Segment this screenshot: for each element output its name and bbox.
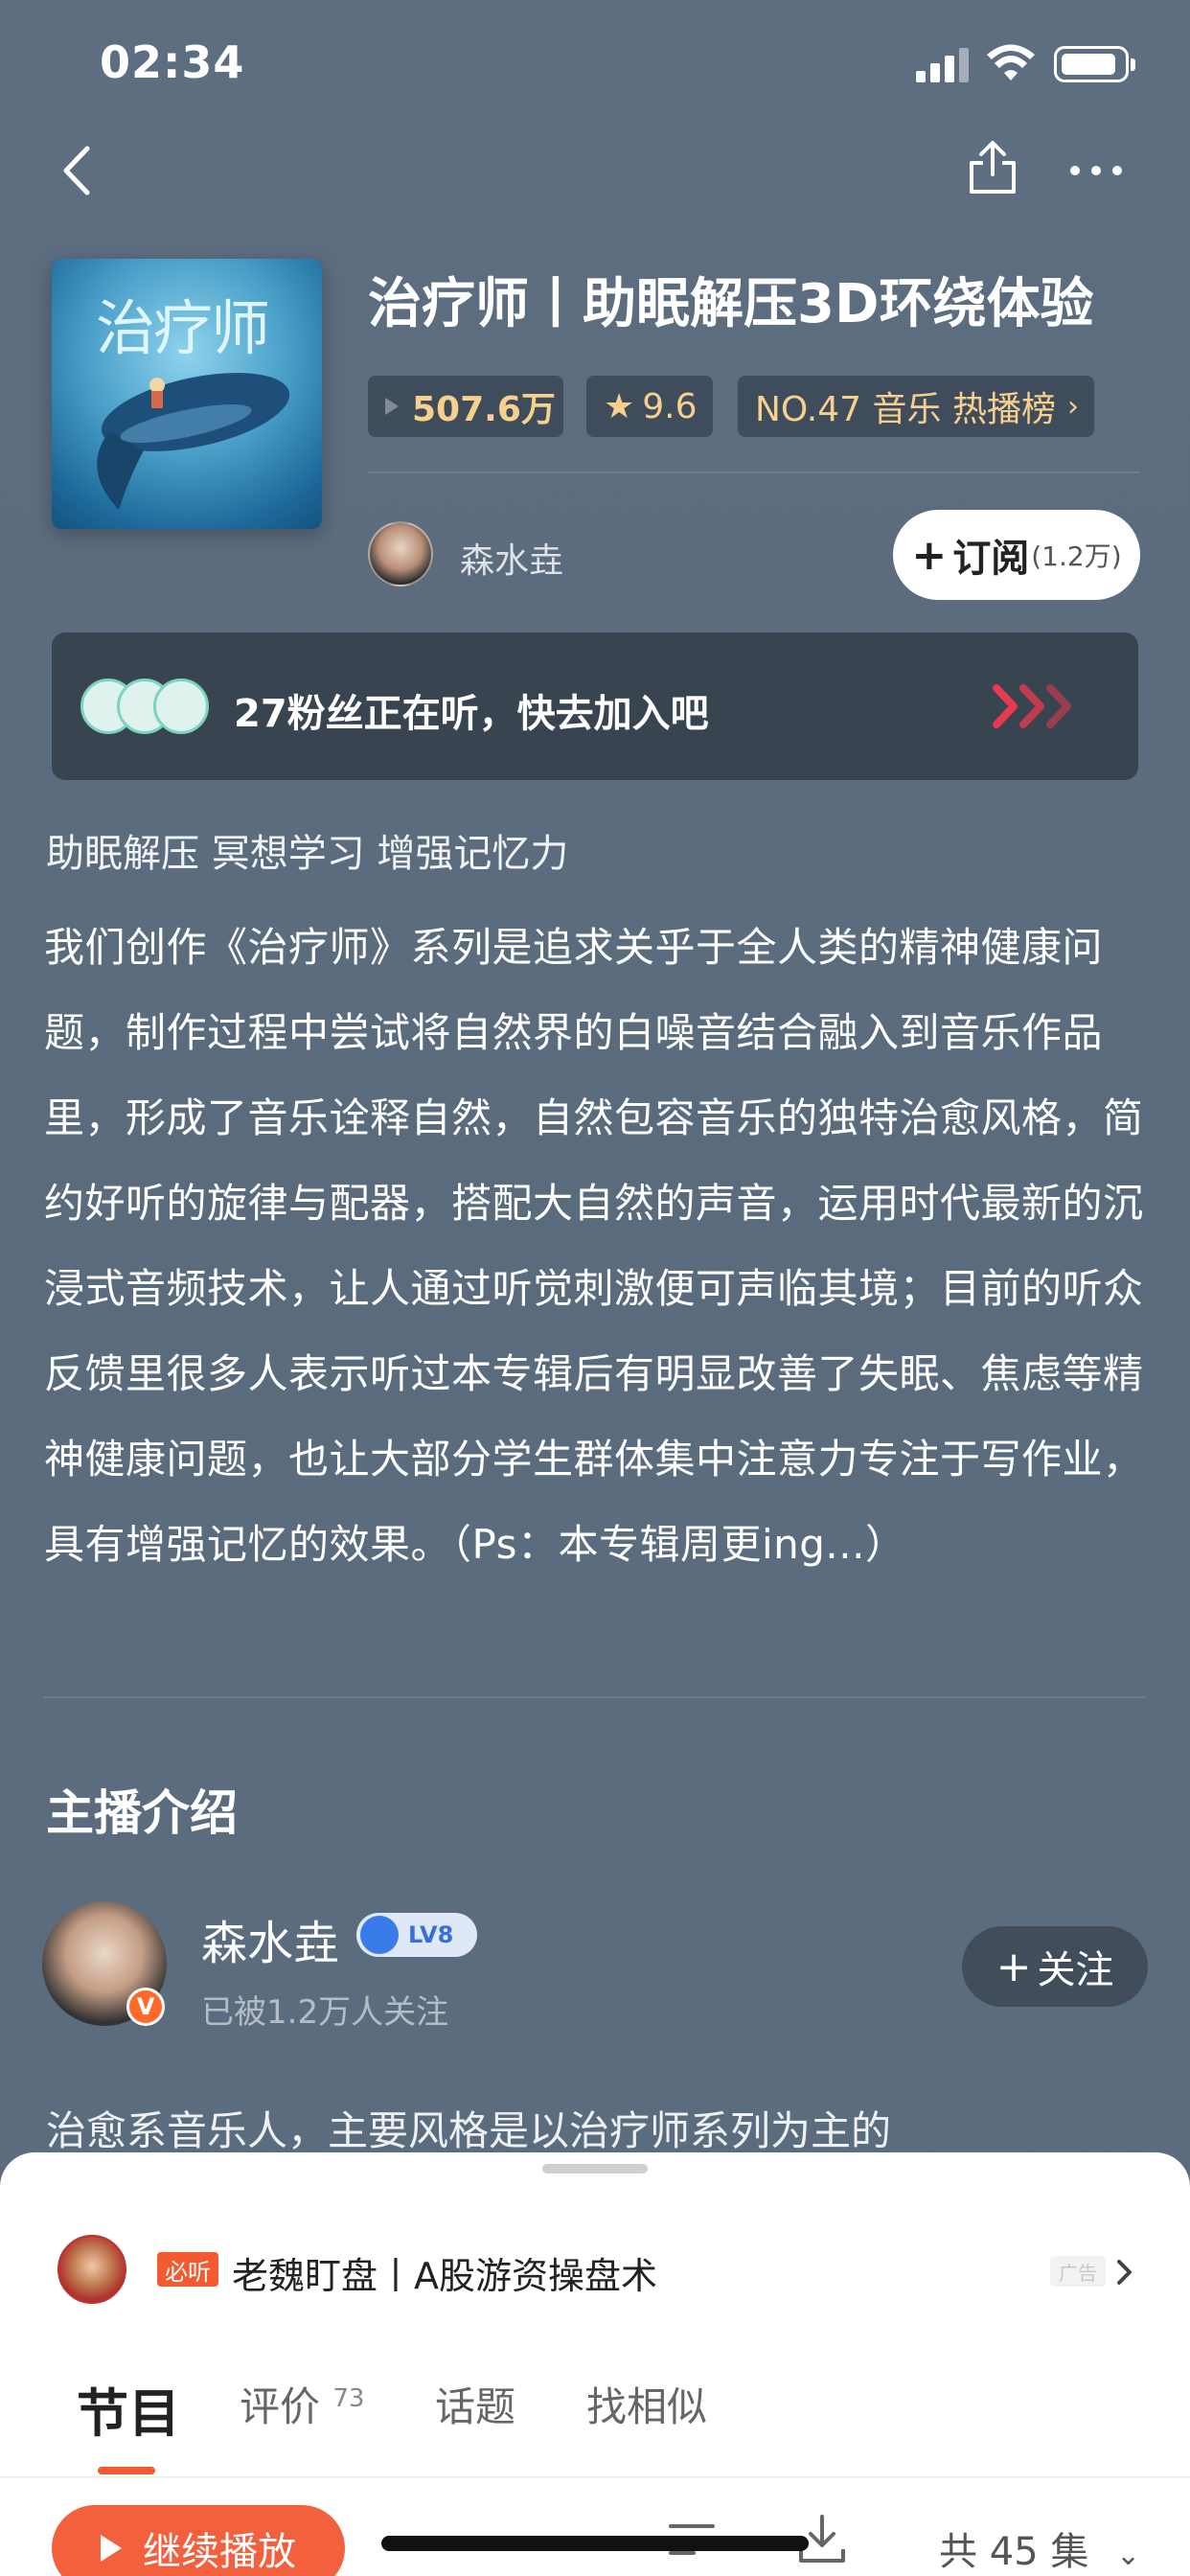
subscribe-label: 订阅 [952,537,1030,581]
status-time: 02:34 [100,36,245,88]
triple-chevron-icon [993,684,1071,728]
album-title: 治疗师丨助眠解压3D环绕体验 [368,273,1094,335]
tab-programs[interactable]: 节目 [77,2371,180,2447]
level-badge: LV8 [356,1913,477,1957]
level-text: LV8 [408,1921,454,1948]
chevron-right-icon: › [1066,389,1079,424]
rating-badge: ★ 9.6 [586,376,713,437]
plus-icon: + [995,1942,1032,1991]
battery-icon [1054,46,1135,82]
divider [0,2476,1190,2478]
album-description[interactable]: 我们创作《治疗师》系列是追求关乎于全人类的精神健康问题，制作过程中尝试将自然界的… [44,905,1152,1658]
level-icon [360,1916,399,1954]
ad-avatar[interactable] [57,2235,126,2304]
host-bio: 治愈系音乐人，主要风格是以治疗师系列为主的 [46,2107,892,2154]
follow-button[interactable]: + 关注 [962,1926,1148,2007]
fans-text: 27粉丝正在听，快去加入吧 [234,692,709,736]
more-button[interactable] [1058,132,1134,209]
plus-icon: + [911,530,948,580]
tab-topics[interactable]: 话题 [435,2375,515,2433]
tab-similar[interactable]: 找相似 [586,2375,707,2433]
back-button[interactable] [38,132,115,209]
play-count-badge: 507.6万 [368,376,563,437]
episode-count-label: 共 45 集 [939,2530,1089,2574]
chevron-right-icon[interactable] [1115,2258,1134,2287]
star-icon: ★ [604,386,635,426]
play-count: 507.6万 [412,390,556,429]
tab-reviews-label: 评价 [240,2383,321,2430]
divider [44,1696,1146,1698]
subscribe-count: (1.2万) [1031,540,1122,572]
divider [368,472,1140,473]
sheet-drag-handle[interactable] [542,2164,648,2174]
fan-avatar [153,678,209,734]
host-followers: 已被1.2万人关注 [201,1993,449,2032]
continue-play-label: 继续播放 [143,2530,296,2574]
rating-value: 9.6 [642,386,698,426]
album-cover[interactable]: 治疗师 [52,259,322,529]
ad-label: 广告 [1050,2256,1106,2287]
ad-title[interactable]: 老魏盯盘丨A股游资操盘术 [232,2246,657,2299]
author-name[interactable]: 森水垚 [460,533,563,583]
home-indicator [381,2536,809,2551]
share-icon [970,141,1016,194]
fans-listening-banner[interactable]: 27粉丝正在听，快去加入吧 [52,632,1138,780]
more-dots-icon [1070,166,1122,175]
active-tab-indicator [98,2467,155,2474]
must-listen-badge: 必听 [157,2252,218,2287]
episode-count[interactable]: 共 45 集 ⌄ [939,2520,1140,2576]
play-triangle-icon [385,398,399,415]
chevron-down-icon: ⌄ [1116,2539,1141,2572]
subscribe-button[interactable]: + 订阅 (1.2万) [893,510,1140,600]
section-title-host: 主播介绍 [46,1785,238,1841]
host-name[interactable]: 森水垚 [201,1905,339,1972]
author-avatar[interactable] [368,521,433,586]
verified-icon: V [126,1988,165,2026]
follow-label: 关注 [1037,1948,1114,1992]
play-icon [101,2535,122,2562]
continue-play-button[interactable]: 继续播放 [52,2505,345,2576]
share-button[interactable] [954,128,1031,205]
tab-reviews-count: 73 [332,2384,365,2413]
chevron-left-icon [63,146,90,196]
tab-reviews[interactable]: 评价 73 [240,2375,364,2433]
whale-illustration [97,373,290,510]
rank-badge[interactable]: NO.47 音乐 热播榜 › [738,376,1094,437]
rank-label: NO.47 音乐 热播榜 [755,390,1056,429]
wifi-icon [987,44,1035,82]
signal-icon [916,48,970,82]
album-tags: 助眠解压 冥想学习 增强记忆力 [46,832,569,876]
